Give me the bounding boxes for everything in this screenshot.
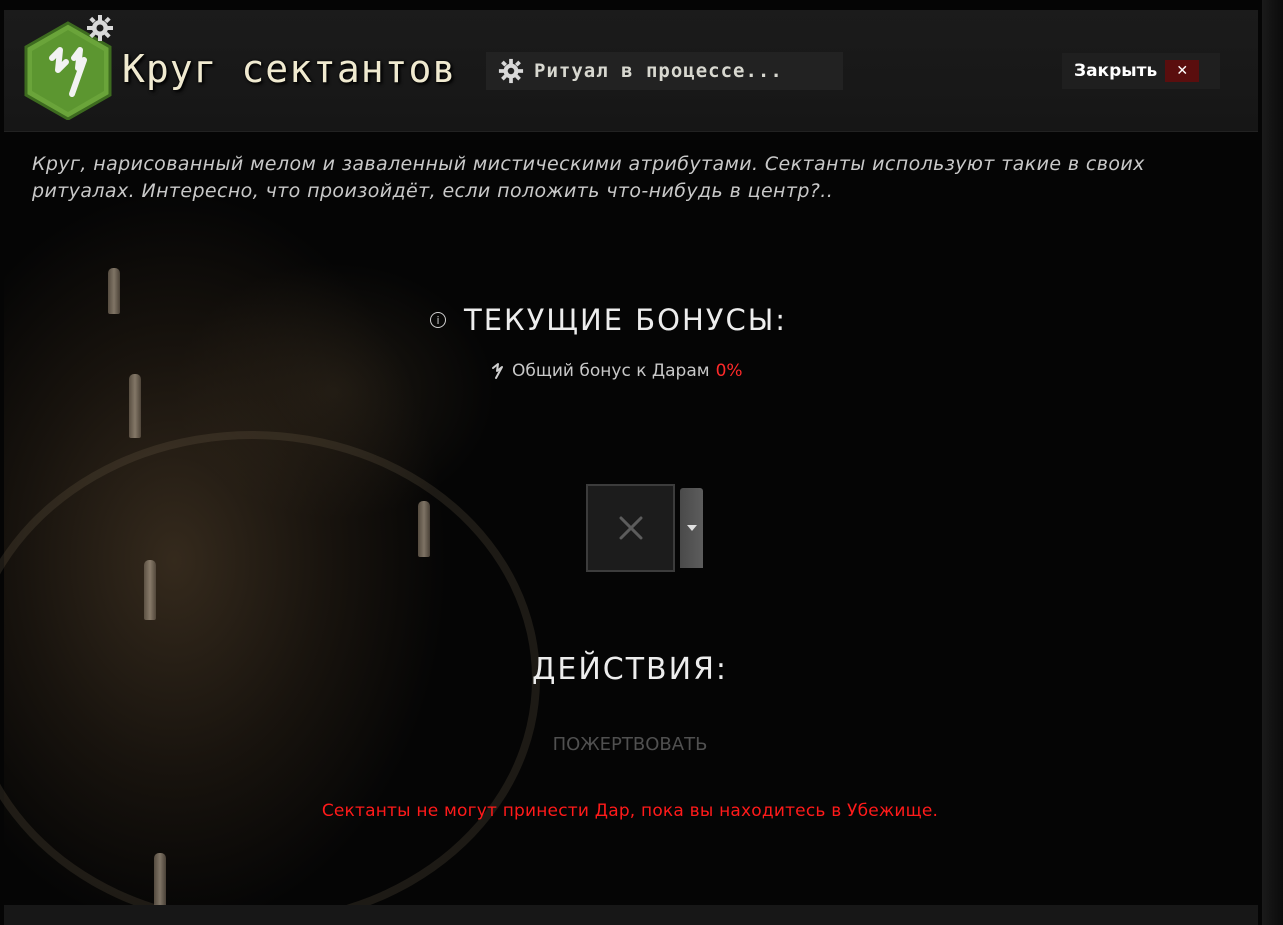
gear-icon	[87, 15, 113, 41]
gift-bonus-icon	[492, 363, 503, 379]
slot-dropdown-button[interactable]	[680, 488, 703, 568]
warning-message: Сектанты не могут принести Дар, пока вы …	[321, 801, 939, 821]
close-icon[interactable]: ✕	[1165, 60, 1200, 82]
candle	[129, 374, 141, 438]
cultist-circle-window: Круг сектантов Ритуал в процессе... Закр…	[0, 0, 1283, 925]
bonus-label: Общий бонус к Дарам	[512, 361, 710, 381]
candle	[108, 268, 120, 314]
close-button-label: Закрыть	[1074, 61, 1158, 81]
bonus-item: Общий бонус к Дарам 0%	[490, 359, 790, 383]
close-button[interactable]: Закрыть ✕	[1062, 53, 1220, 89]
candle	[418, 501, 430, 557]
empty-slot-icon	[619, 516, 642, 540]
bonus-value: 0%	[715, 361, 743, 381]
current-bonuses-title: ТЕКУЩИЕ БОНУСЫ:	[464, 303, 788, 337]
footer-bar	[4, 905, 1258, 925]
ritual-status-badge: Ритуал в процессе...	[486, 52, 843, 90]
donate-button[interactable]: ПОЖЕРТВОВАТЬ	[530, 730, 730, 758]
page-title: Круг сектантов	[122, 47, 457, 91]
actions-heading: ДЕЙСТВИЯ:	[531, 652, 729, 687]
candle	[144, 560, 156, 620]
offering-slot[interactable]	[586, 484, 675, 572]
window-right-edge	[1262, 0, 1283, 925]
gear-icon	[498, 58, 524, 84]
ritual-status-text: Ритуал в процессе...	[534, 60, 783, 82]
info-icon[interactable]: i	[430, 312, 446, 328]
chevron-down-icon	[686, 525, 697, 531]
current-bonuses-heading: i ТЕКУЩИЕ БОНУСЫ:	[430, 300, 850, 340]
description-text: Круг, нарисованный мелом и заваленный ми…	[32, 153, 1145, 202]
